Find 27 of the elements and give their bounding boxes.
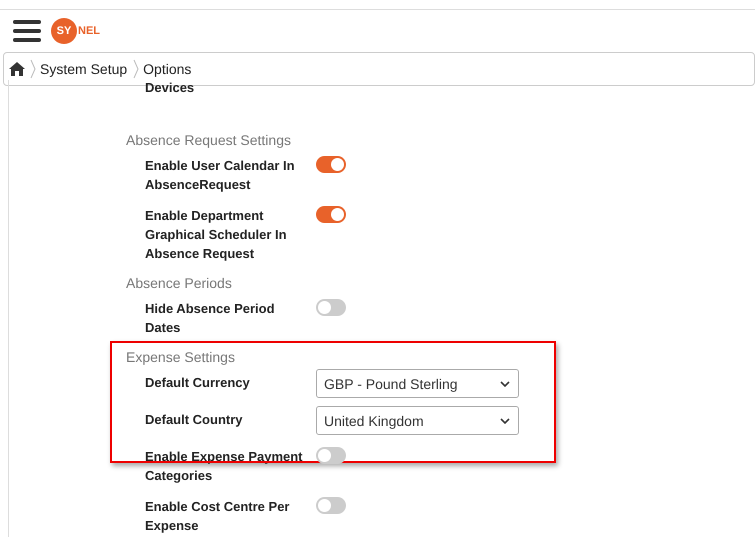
- toggle-switch[interactable]: [316, 206, 346, 223]
- setting-label: Default Currency: [145, 374, 251, 392]
- breadcrumb-link[interactable]: System Setup: [40, 61, 128, 77]
- chevron-icon: [30, 59, 36, 79]
- setting-label: Default Country: [145, 411, 244, 429]
- home-icon[interactable]: [8, 61, 26, 77]
- breadcrumb-link[interactable]: Options: [143, 61, 192, 77]
- caret-icon: [500, 418, 510, 424]
- section-title: Absence Periods: [126, 275, 233, 291]
- caret-icon: [500, 380, 510, 386]
- setting-label: Enable Expense Payment Categories: [145, 448, 304, 485]
- menu-icon[interactable]: [13, 19, 41, 43]
- dropdown[interactable]: GBP - Pound Sterling: [316, 369, 519, 398]
- setting-label: Hide Absence Period Dates: [145, 300, 276, 337]
- section-title: Expense Settings: [126, 349, 236, 365]
- toggle-switch[interactable]: [316, 497, 346, 514]
- logo: SY NEL: [51, 18, 100, 44]
- setting-label: Enable User Calendar In AbsenceRequest: [145, 157, 296, 194]
- setting-label: Enable Cost Centre Per Expense: [145, 498, 290, 535]
- dropdown[interactable]: United Kingdom: [316, 406, 519, 435]
- setting-label: Enable Department Graphical Scheduler In Absence Request: [145, 207, 288, 263]
- section-title: Absence Request Settings: [126, 132, 292, 148]
- toggle-switch[interactable]: [316, 156, 346, 173]
- setting-label: Devices: [144, 80, 196, 97]
- toggle-switch[interactable]: [316, 447, 346, 464]
- chevron-icon: [133, 59, 140, 79]
- toggle-switch[interactable]: [316, 299, 346, 316]
